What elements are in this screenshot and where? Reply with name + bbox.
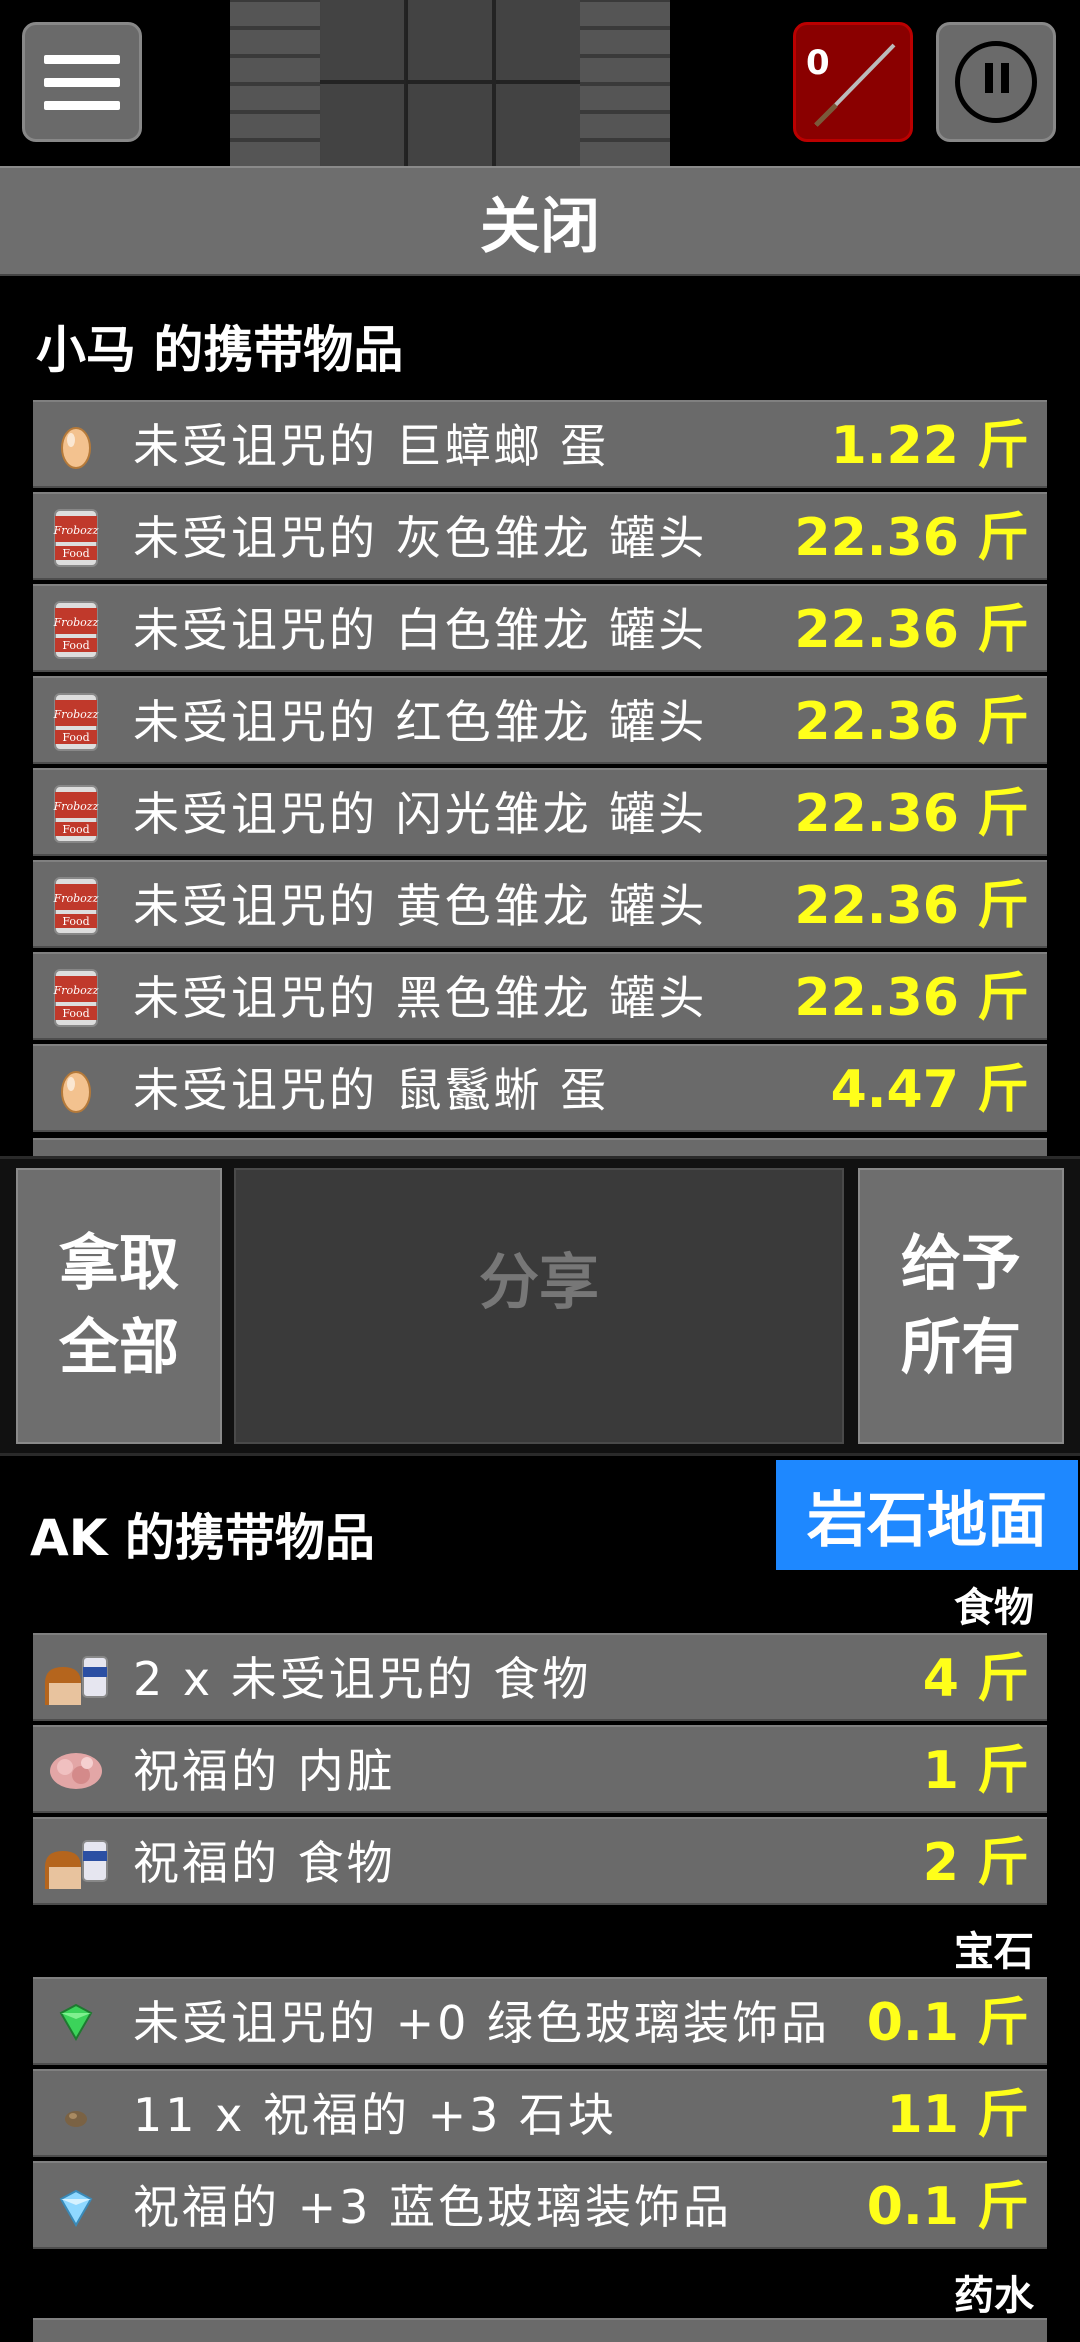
ground-button[interactable]: 岩石地面: [776, 1460, 1078, 1570]
item-weight: 1 斤: [922, 1741, 1029, 1801]
item-name: 未受诅咒的 闪光雏龙 罐头: [133, 787, 708, 841]
item-weight: 0.1 斤: [866, 1993, 1029, 2053]
list-item[interactable]: Frobozz Food 未受诅咒的 黑色雏龙 罐头 22.36 斤: [33, 952, 1047, 1040]
svg-text:Frobozz: Frobozz: [53, 524, 99, 537]
svg-text:Frobozz: Frobozz: [53, 984, 99, 997]
list-item[interactable]: Frobozz Food 未受诅咒的 灰色雏龙 罐头 22.36 斤: [33, 492, 1047, 580]
food-can-icon: Frobozz Food: [41, 502, 111, 572]
pause-icon[interactable]: [936, 22, 1056, 142]
top-bar: [0, 0, 1080, 166]
food-can-icon: Frobozz Food: [41, 686, 111, 756]
item-name: 未受诅咒的 巨蟑螂 蛋: [133, 419, 610, 473]
egg-icon: [41, 1054, 111, 1124]
hamburger-menu-icon[interactable]: [22, 22, 142, 142]
svg-text:Food: Food: [62, 823, 89, 836]
list-item[interactable]: 未受诅咒的 +0 绿色玻璃装饰品 0.1 斤: [33, 1977, 1047, 2065]
item-name: 祝福的 +3 蓝色玻璃装饰品: [133, 2180, 733, 2234]
svg-text:Frobozz: Frobozz: [53, 892, 99, 905]
item-weight: 22.36 斤: [794, 692, 1029, 752]
item-weight: 2 斤: [922, 1833, 1029, 1893]
entrails-icon: [41, 1735, 111, 1805]
dungeon-view: [230, 0, 670, 166]
svg-text:Food: Food: [62, 731, 89, 744]
svg-text:Food: Food: [62, 547, 89, 560]
give-all-button[interactable]: 给予所有: [858, 1168, 1064, 1444]
list-item[interactable]: 祝福的 食物 2 斤: [33, 1817, 1047, 1905]
svg-text:Food: Food: [62, 1007, 89, 1020]
list-item[interactable]: 未受诅咒的 鼠鬣蜥 蛋 4.47 斤: [33, 1044, 1047, 1132]
take-all-button[interactable]: 拿取全部: [16, 1168, 222, 1444]
item-weight: 22.36 斤: [794, 876, 1029, 936]
food-can-icon: Frobozz Food: [41, 778, 111, 848]
food-can-icon: Frobozz Food: [41, 962, 111, 1032]
item-weight: 22.36 斤: [794, 784, 1029, 844]
take-all-label: 拿取全部: [59, 1229, 179, 1383]
item-name: 未受诅咒的 鼠鬣蜥 蛋: [133, 1063, 610, 1117]
item-name: 未受诅咒的 黄色雏龙 罐头: [133, 879, 708, 933]
player-inventory-title: AK 的携带物品: [30, 1509, 375, 1567]
list-item[interactable]: Frobozz Food 未受诅咒的 黄色雏龙 罐头 22.36 斤: [33, 860, 1047, 948]
item-weight: 22.36 斤: [794, 968, 1029, 1028]
item-name: 祝福的 食物: [133, 1836, 396, 1890]
list-item[interactable]: 祝福的 +3 蓝色玻璃装饰品 0.1 斤: [33, 2161, 1047, 2249]
blue-gem-icon: [41, 2171, 111, 2241]
list-item[interactable]: 未受诅咒的 巨蟑螂 蛋 1.22 斤: [33, 400, 1047, 488]
list-overflow-row: [33, 1138, 1047, 1156]
svg-text:Frobozz: Frobozz: [53, 616, 99, 629]
item-weight: 22.36 斤: [794, 600, 1029, 660]
category-label: 药水: [954, 2273, 1034, 2319]
list-item[interactable]: 2 x 未受诅咒的 食物 4 斤: [33, 1633, 1047, 1721]
item-name: 未受诅咒的 白色雏龙 罐头: [133, 603, 708, 657]
bread-food-icon: [41, 1643, 111, 1713]
item-weight: 22.36 斤: [794, 508, 1029, 568]
list-item[interactable]: 11 x 祝福的 +3 石块 11 斤: [33, 2069, 1047, 2157]
item-weight: 4 斤: [922, 1649, 1029, 1709]
list-item[interactable]: Frobozz Food 未受诅咒的 闪光雏龙 罐头 22.36 斤: [33, 768, 1047, 856]
food-can-icon: Frobozz Food: [41, 594, 111, 664]
list-item[interactable]: Frobozz Food 未受诅咒的 白色雏龙 罐头 22.36 斤: [33, 584, 1047, 672]
item-weight: 0.1 斤: [866, 2177, 1029, 2237]
item-name: 未受诅咒的 灰色雏龙 罐头: [133, 511, 708, 565]
egg-icon: [41, 410, 111, 480]
svg-text:Food: Food: [62, 639, 89, 652]
food-can-icon: Frobozz Food: [41, 870, 111, 940]
item-name: 11 x 祝福的 +3 石块: [133, 2088, 618, 2142]
weapon-button[interactable]: 0: [793, 22, 913, 142]
item-weight: 1.22 斤: [830, 416, 1029, 476]
svg-text:Frobozz: Frobozz: [53, 800, 99, 813]
item-name: 未受诅咒的 红色雏龙 罐头: [133, 695, 708, 749]
bread-food-icon: [41, 1827, 111, 1897]
weapon-count: 0: [806, 43, 830, 83]
npc-inventory-title: 小马 的携带物品: [36, 321, 404, 379]
item-name: 祝福的 内脏: [133, 1744, 396, 1798]
green-gem-icon: [41, 1987, 111, 2057]
svg-text:Frobozz: Frobozz: [53, 708, 99, 721]
item-name: 2 x 未受诅咒的 食物: [133, 1652, 592, 1706]
item-weight: 11 斤: [886, 2085, 1029, 2145]
item-name: 未受诅咒的 黑色雏龙 罐头: [133, 971, 708, 1025]
rock-icon: [41, 2079, 111, 2149]
item-name: 未受诅咒的 +0 绿色玻璃装饰品: [133, 1996, 831, 2050]
share-button[interactable]: 分享: [234, 1168, 844, 1444]
category-label: 食物: [954, 1585, 1034, 1631]
list-item[interactable]: Frobozz Food 未受诅咒的 红色雏龙 罐头 22.36 斤: [33, 676, 1047, 764]
close-button[interactable]: 关闭: [0, 166, 1080, 276]
list-item[interactable]: 祝福的 内脏 1 斤: [33, 1725, 1047, 1813]
category-label: 宝石: [954, 1929, 1034, 1975]
list-overflow-row: [33, 2318, 1047, 2342]
give-all-label: 给予所有: [901, 1229, 1021, 1383]
item-weight: 4.47 斤: [830, 1060, 1029, 1120]
svg-text:Food: Food: [62, 915, 89, 928]
